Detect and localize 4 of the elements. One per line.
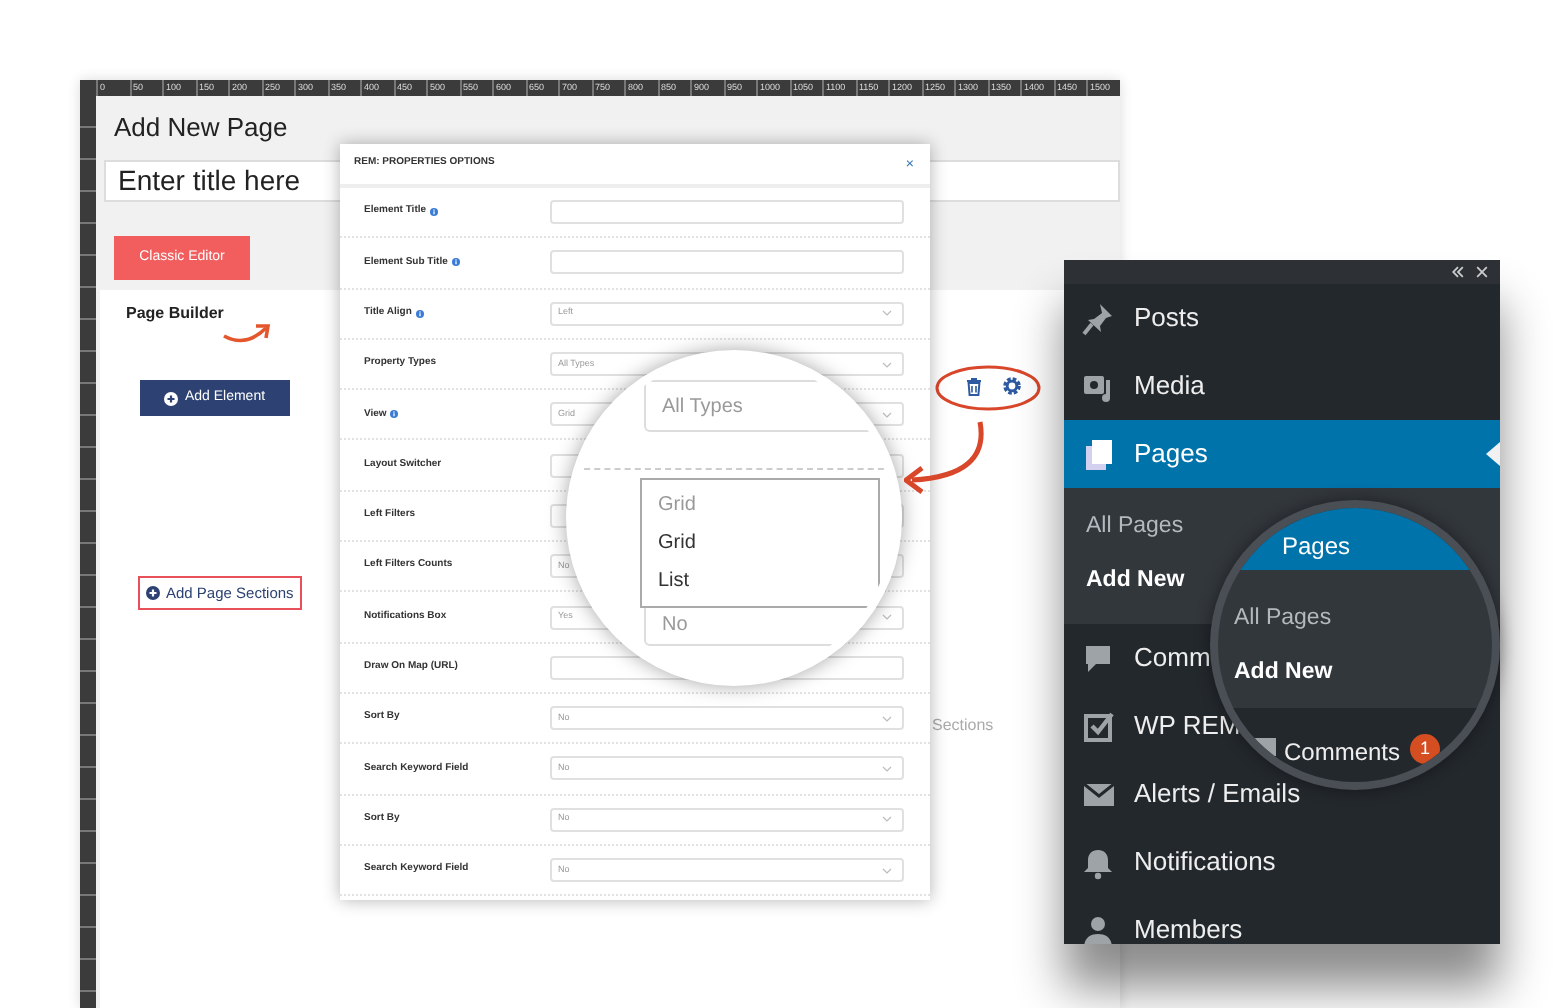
section-text: Sections [932, 714, 994, 738]
section-title: Page Builder [126, 302, 224, 326]
page-title: Add New Page [114, 112, 290, 144]
dropdown-current: Grid [656, 492, 698, 520]
